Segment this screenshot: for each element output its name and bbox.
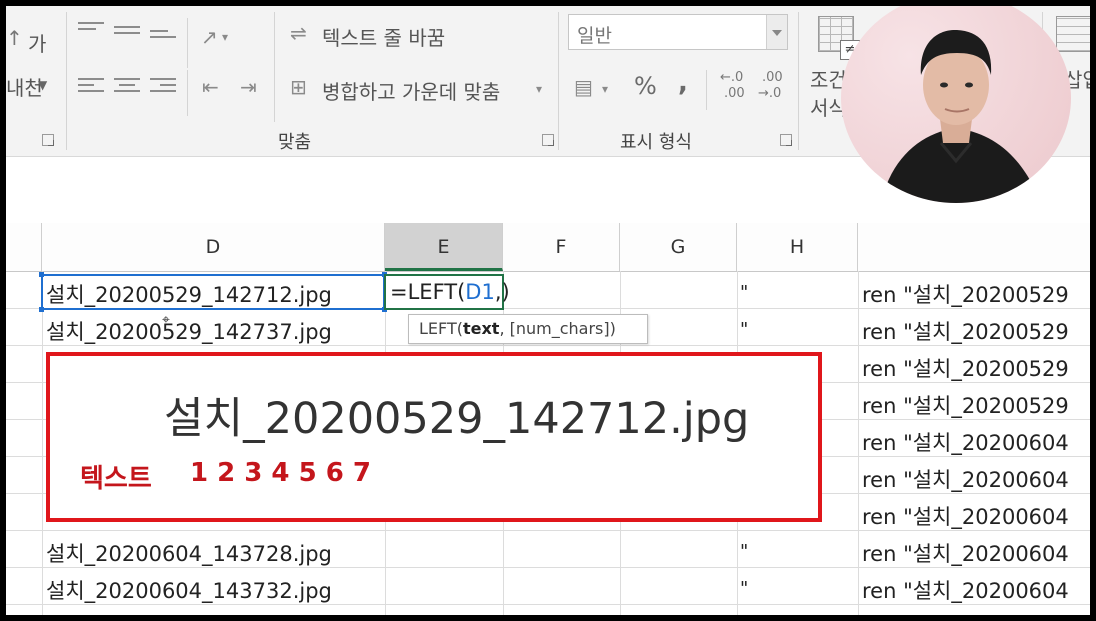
align-right-icon[interactable] [150, 78, 176, 96]
range-handle[interactable] [39, 307, 44, 312]
increase-decimal-top[interactable]: ←.0 [720, 70, 743, 85]
cell-h9[interactable]: " [740, 578, 748, 599]
cursor-icon: ⌖ [162, 312, 170, 328]
increase-decimal-bottom[interactable]: .00 [724, 86, 745, 101]
function-tooltip: LEFT(text, [num_chars]) [408, 314, 648, 344]
group-separator [558, 12, 559, 150]
decrease-decimal-bottom[interactable]: →.0 [758, 86, 781, 101]
cell-i1[interactable]: ren "설치_20200529 [862, 279, 1069, 309]
grid-line [858, 271, 859, 615]
row-header-corner[interactable] [6, 223, 42, 271]
bottom-align-icon[interactable] [150, 30, 176, 48]
grid-line [42, 271, 43, 615]
annotation-label: 텍스트 [80, 464, 152, 494]
top-align-icon[interactable] [78, 22, 104, 40]
cell-i3[interactable]: ren "설치_20200529 [862, 353, 1069, 383]
cell-i6[interactable]: ren "설치_20200604 [862, 464, 1069, 494]
cell-d2[interactable]: 설치_20200529_142737.jpg [46, 316, 332, 346]
column-header-g[interactable]: G [620, 223, 737, 271]
decrease-decimal-top[interactable]: .00 [762, 70, 783, 85]
formula-reference: D1 [465, 280, 495, 304]
cell-i7[interactable]: ren "설치_20200604 [862, 501, 1069, 531]
range-handle[interactable] [39, 272, 44, 277]
merge-center-button[interactable]: 병합하고 가운데 맞춤 [322, 76, 500, 105]
tooltip-function: LEFT( [419, 319, 463, 338]
cell-i5[interactable]: ren "설치_20200604 [862, 427, 1069, 457]
formula-prefix: =LEFT( [390, 280, 466, 304]
chevron-down-icon[interactable]: ▼ [38, 78, 47, 92]
cell-h8[interactable]: " [740, 541, 748, 562]
cell-formula[interactable]: =LEFT(D1,) [390, 280, 510, 304]
font-size-up-icon[interactable]: ↑ [6, 26, 23, 50]
cell-i8[interactable]: ren "설치_20200604 [862, 538, 1069, 568]
divider [706, 70, 707, 110]
chevron-down-icon[interactable] [766, 15, 787, 49]
chevron-down-icon[interactable]: ▾ [222, 26, 228, 48]
merge-center-icon: ⊞ [290, 75, 307, 99]
align-center-icon[interactable] [114, 78, 140, 96]
column-header-e[interactable]: E [385, 223, 503, 271]
cell-i2[interactable]: ren "설치_20200529 [862, 316, 1069, 346]
font-grow-button[interactable]: 가 [28, 28, 46, 57]
wrap-text-button[interactable]: 텍스트 줄 바꿈 [322, 22, 445, 51]
dialog-launcher-icon[interactable] [780, 134, 792, 146]
wrap-text-icon: ⇌ [290, 21, 307, 45]
number-format-select[interactable]: 일반 [568, 14, 788, 50]
group-separator [66, 12, 67, 150]
annotation-numbers: 1 2 3 4 5 6 7 [190, 458, 371, 488]
excel-window: ↑ 가 내천 ▼ ↗ ▾ ⇤ ⇥ ⇌ 텍스트 줄 바꿈 ⊞ 병합하고 가운데 맞… [6, 6, 1090, 615]
chevron-down-icon[interactable]: ▾ [536, 78, 542, 100]
align-left-icon[interactable] [78, 78, 104, 96]
percent-style-button[interactable]: % [634, 72, 657, 100]
tooltip-rest: , [num_chars]) [499, 319, 616, 338]
dialog-launcher-icon[interactable] [42, 134, 54, 146]
group-label-alignment: 맞춤 [278, 132, 312, 153]
increase-indent-icon[interactable]: ⇥ [240, 76, 257, 98]
decrease-indent-icon[interactable]: ⇤ [202, 76, 219, 98]
divider [187, 18, 188, 68]
chevron-down-icon[interactable]: ▾ [602, 78, 608, 100]
cell-d9[interactable]: 설치_20200604_143732.jpg [46, 575, 332, 605]
cell-h2[interactable]: " [740, 319, 748, 340]
formula-suffix: ,) [494, 280, 510, 304]
column-header-i[interactable] [858, 223, 1090, 271]
middle-align-icon[interactable] [114, 26, 140, 44]
group-separator [798, 12, 799, 150]
orientation-icon[interactable]: ↗ [201, 26, 218, 48]
column-header-f[interactable]: F [503, 223, 620, 271]
cell-i9[interactable]: ren "설치_20200604 [862, 575, 1069, 605]
reference-highlight [41, 274, 385, 310]
insert-cells-icon[interactable] [1056, 16, 1090, 52]
annotation-callout: 설치_20200529_142712.jpg 텍스트 1 2 3 4 5 6 7 [46, 352, 822, 522]
cell-d8[interactable]: 설치_20200604_143728.jpg [46, 538, 332, 568]
divider [274, 12, 275, 122]
currency-icon[interactable]: ▤ [574, 76, 593, 98]
divider [187, 70, 188, 116]
cell-h1[interactable]: " [740, 282, 748, 303]
zoomed-filename: 설치_20200529_142712.jpg [164, 394, 750, 444]
cell-i4[interactable]: ren "설치_20200529 [862, 390, 1069, 420]
number-format-value: 일반 [577, 25, 612, 47]
column-header-h[interactable]: H [737, 223, 858, 271]
dialog-launcher-icon[interactable] [542, 134, 554, 146]
group-label-number: 표시 형식 [620, 132, 692, 153]
column-headers: D E F G H [6, 223, 1090, 272]
tooltip-current-arg[interactable]: text [463, 319, 499, 338]
column-header-d[interactable]: D [42, 223, 385, 271]
comma-style-button[interactable]: , [678, 68, 688, 98]
